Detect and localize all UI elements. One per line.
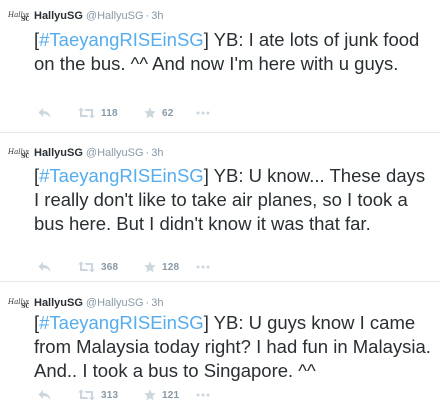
more-icon (196, 393, 210, 397)
display-name[interactable]: HallyuSG (34, 10, 83, 22)
retweet-icon (78, 261, 95, 273)
retweet-button[interactable]: 118 (78, 106, 118, 120)
retweet-button[interactable]: 313 (78, 388, 118, 402)
user-handle[interactable]: @HallyuSG (86, 297, 144, 309)
more-icon (196, 111, 210, 115)
more-button[interactable] (196, 106, 210, 120)
tweet-text: [#TaeyangRISEinSG] YB: I ate lots of jun… (34, 28, 434, 76)
timestamp[interactable]: 3h (151, 147, 163, 159)
tweet: Hallyu SG HallyuSG @HallyuSG · 3h [#Taeyang… (0, 133, 440, 282)
favorite-count: 121 (162, 389, 180, 401)
avatar[interactable]: Hallyu SG (7, 293, 29, 309)
separator: · (145, 10, 150, 22)
reply-icon (38, 108, 51, 118)
reply-button[interactable] (38, 260, 51, 274)
svg-text:SG: SG (21, 153, 29, 159)
retweet-count: 368 (101, 261, 119, 273)
star-icon (144, 107, 156, 119)
star-icon (144, 389, 156, 401)
separator: · (145, 297, 150, 309)
tweet: Hallyu SG HallyuSG @HallyuSG · 3h [#Taeyang… (0, 282, 440, 416)
timestamp[interactable]: 3h (151, 10, 163, 22)
svg-text:SG: SG (21, 16, 29, 22)
tweet-feed: Hallyu SG HallyuSG @HallyuSG · 3h [#Taeyang… (0, 0, 440, 416)
separator: · (145, 147, 150, 159)
more-icon (196, 265, 210, 269)
hashtag-link[interactable]: #TaeyangRISEinSG (39, 165, 204, 186)
retweet-icon (78, 107, 95, 119)
favorite-button[interactable]: 62 (144, 106, 174, 120)
timestamp[interactable]: 3h (151, 297, 163, 309)
reply-button[interactable] (38, 106, 51, 120)
favorite-button[interactable]: 121 (144, 388, 179, 402)
tweet-header: HallyuSG @HallyuSG · 3h (34, 297, 163, 310)
user-handle[interactable]: @HallyuSG (86, 10, 144, 22)
favorite-count: 128 (162, 261, 180, 273)
star-icon (144, 261, 156, 273)
more-button[interactable] (196, 260, 210, 274)
avatar[interactable]: Hallyu SG (7, 6, 29, 22)
display-name[interactable]: HallyuSG (34, 147, 83, 159)
display-name[interactable]: HallyuSG (34, 297, 83, 309)
retweet-button[interactable]: 368 (78, 260, 118, 274)
tweet-header: HallyuSG @HallyuSG · 3h (34, 147, 163, 160)
svg-text:SG: SG (21, 303, 29, 309)
more-button[interactable] (196, 388, 210, 402)
tweet: Hallyu SG HallyuSG @HallyuSG · 3h [#Taeyang… (0, 0, 440, 133)
retweet-count: 118 (101, 107, 118, 119)
retweet-icon (78, 389, 95, 401)
favorite-button[interactable]: 128 (144, 260, 179, 274)
tweet-header: HallyuSG @HallyuSG · 3h (34, 10, 163, 23)
tweet-text: [#TaeyangRISEinSG] YB: U know... These d… (34, 164, 434, 236)
avatar[interactable]: Hallyu SG (7, 143, 29, 159)
tweet-text: [#TaeyangRISEinSG] YB: U guys know I cam… (34, 311, 434, 383)
retweet-count: 313 (101, 389, 119, 401)
favorite-count: 62 (162, 107, 174, 119)
user-handle[interactable]: @HallyuSG (86, 147, 144, 159)
reply-icon (38, 390, 51, 400)
reply-icon (38, 262, 51, 272)
hashtag-link[interactable]: #TaeyangRISEinSG (39, 29, 204, 50)
hashtag-link[interactable]: #TaeyangRISEinSG (39, 312, 204, 333)
reply-button[interactable] (38, 388, 51, 402)
